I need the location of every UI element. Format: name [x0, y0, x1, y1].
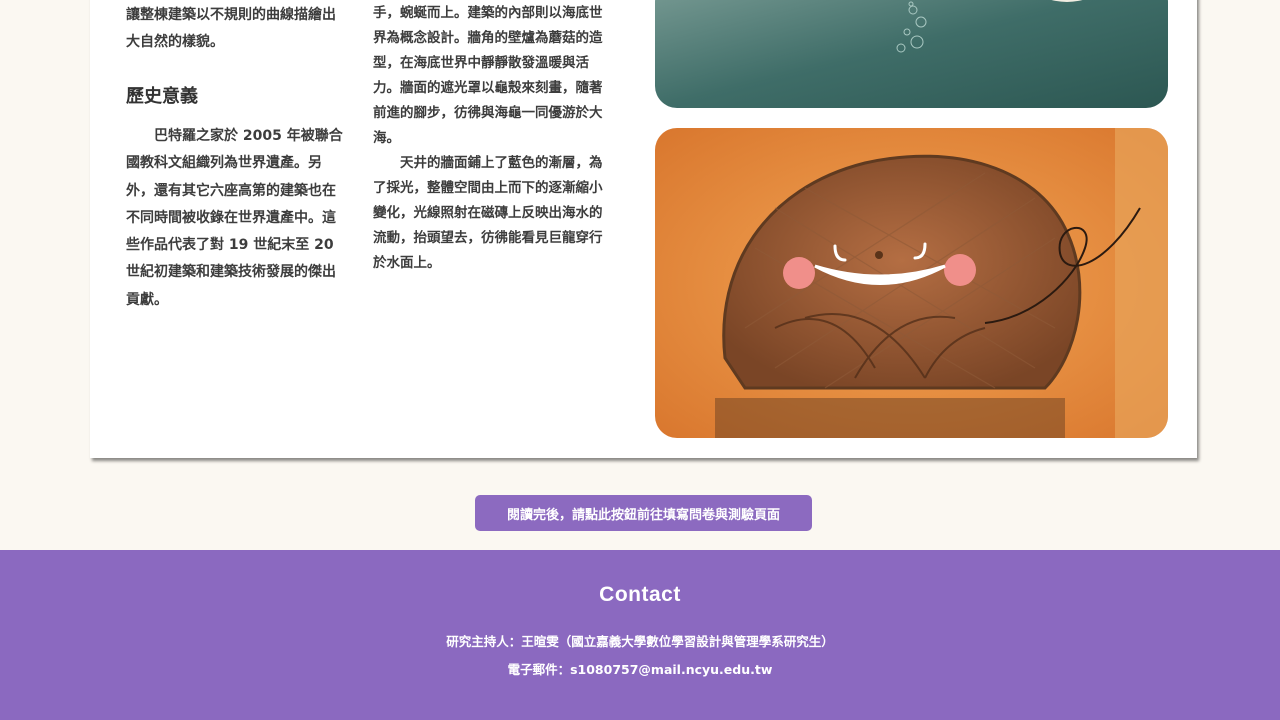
intro-paragraph: 讓整棟建築以不規則的曲線描繪出大自然的樣貌。	[126, 7, 336, 51]
interior-paragraph: 手，蜿蜒而上。建築的內部則以海底世界為概念設計。牆角的壁爐為蘑菇的造型，在海底世…	[373, 5, 603, 146]
footer-title: Contact	[599, 583, 681, 606]
fireplace-character-photo	[655, 128, 1168, 438]
researcher-info: 研究主持人：王暄雯（國立嘉義大學數位學習設計與管理學系研究生）	[446, 634, 834, 649]
history-paragraph: 巴特羅之家於 2005 年被聯合國教科文組織列為世界遺產。另外，還有其它六座高第…	[126, 128, 343, 308]
history-heading: 歷史意義	[126, 86, 198, 107]
sea-interior-photo	[655, 0, 1168, 108]
email-info: 電子郵件：s1080757@mail.ncyu.edu.tw	[507, 662, 773, 677]
contact-footer: Contact 研究主持人：王暄雯（國立嘉義大學數位學習設計與管理學系研究生） …	[0, 550, 1280, 720]
article-card: 讓整棟建築以不規則的曲線描繪出大自然的樣貌。 歷史意義 巴特羅之家於 2005 …	[90, 0, 1197, 458]
atrium-paragraph: 天井的牆面鋪上了藍色的漸層，為了採光，整體空間由上而下的逐漸縮小變化，光線照射在…	[373, 155, 603, 271]
survey-link-button[interactable]: 閱讀完後，請點此按鈕前往填寫問卷與測驗頁面	[475, 495, 812, 531]
